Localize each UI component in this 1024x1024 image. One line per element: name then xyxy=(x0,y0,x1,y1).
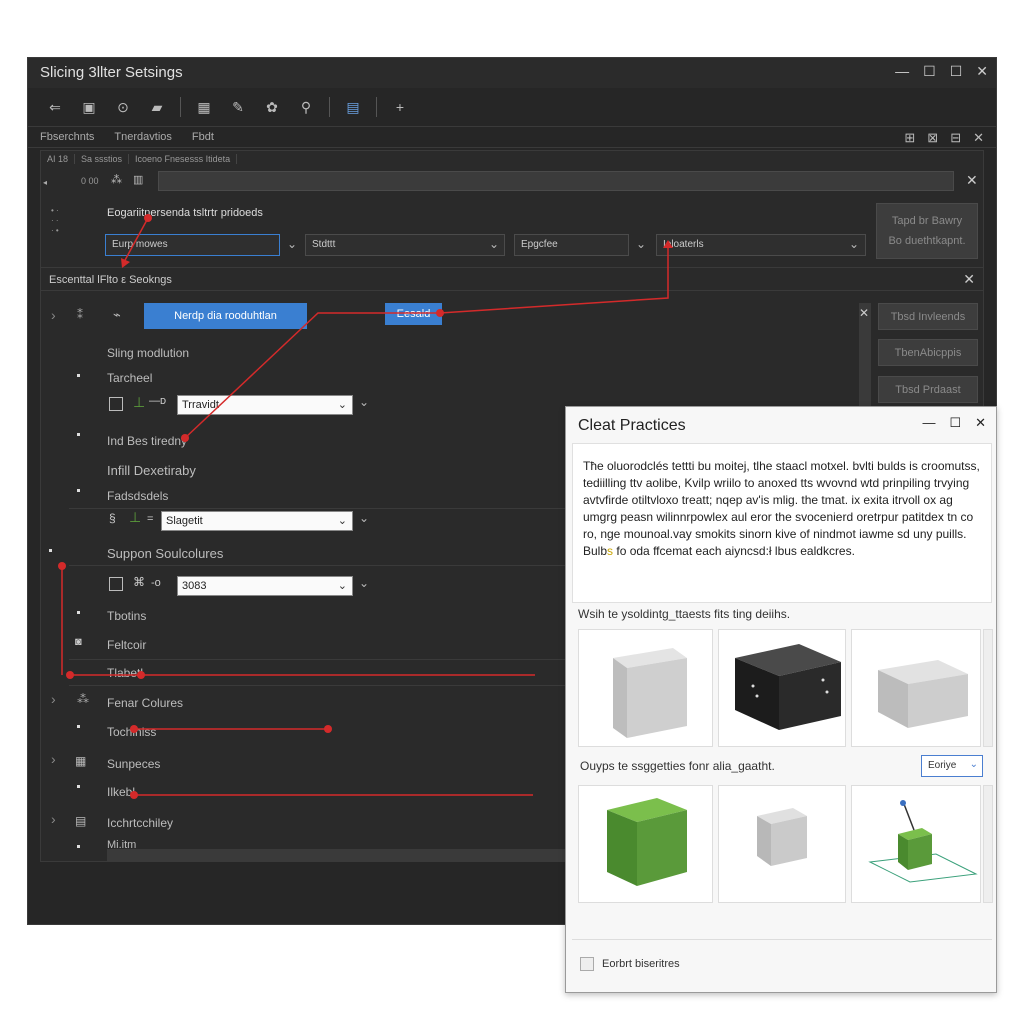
view-select-value: Eoriye xyxy=(928,760,957,771)
dialog-text-b: fo oda ffcemat each aiyncsd:ł lbus ealdk… xyxy=(613,544,855,558)
green-cube-image xyxy=(607,798,687,886)
suggestions-label: Ouyps te ssggetties fonr alia_gaatht. xyxy=(580,759,775,773)
dialog-title: Cleat Practices xyxy=(578,417,686,434)
best-practices-dialog: Cleat Practices — ☐ ✕ Tħe oluorodclés te… xyxy=(565,406,997,993)
export-icon xyxy=(580,957,594,971)
thumbnail-grey-cube[interactable] xyxy=(578,629,713,747)
dialog-footer-divider xyxy=(572,939,992,940)
annotation-line xyxy=(184,312,440,439)
small-grey-cube-image xyxy=(757,808,807,866)
dialog-close-button[interactable]: ✕ xyxy=(975,415,986,431)
annotation-dot xyxy=(144,214,152,222)
black-box-image xyxy=(735,644,841,730)
flat-box-image xyxy=(878,660,968,728)
thumbnail-small-grey-cube[interactable] xyxy=(718,785,846,903)
annotation-dot xyxy=(66,671,74,679)
thumb-scrollbar[interactable] xyxy=(983,629,993,747)
annotation-dot xyxy=(130,725,138,733)
dialog-maximize-button[interactable]: ☐ xyxy=(949,415,961,431)
suggest-scrollbar[interactable] xyxy=(983,785,993,903)
orientation-label: Wsih te ysoldintg_ttaests fits ting deii… xyxy=(578,607,791,621)
dialog-description: Tħe oluorodclés tettti bu moitej, tlhe s… xyxy=(572,443,992,603)
dialog-minimize-button[interactable]: — xyxy=(922,415,935,431)
annotation-dot xyxy=(181,434,189,442)
chevron-down-icon: ⌄ xyxy=(969,759,978,770)
transform-cube-image xyxy=(868,800,978,883)
view-select[interactable]: Eoriye ⌄ xyxy=(921,755,983,777)
export-button[interactable]: Eorbrt biseritres xyxy=(580,957,680,971)
annotation-dot xyxy=(324,725,332,733)
thumbnail-black-box[interactable] xyxy=(718,629,846,747)
annotation-dot xyxy=(137,671,145,679)
thumbnail-flat-box[interactable] xyxy=(851,629,981,747)
grey-cube-image xyxy=(613,648,687,738)
arrowhead xyxy=(663,240,673,248)
thumbnail-green-cube-transform[interactable] xyxy=(851,785,981,903)
annotation-dot xyxy=(58,562,66,570)
annotation-line xyxy=(439,244,669,314)
thumbnail-green-cube[interactable] xyxy=(578,785,713,903)
annotation-dot xyxy=(130,791,138,799)
annotation-dot xyxy=(436,309,444,317)
export-label: Eorbrt biseritres xyxy=(602,958,680,970)
annotation-line xyxy=(123,217,149,263)
